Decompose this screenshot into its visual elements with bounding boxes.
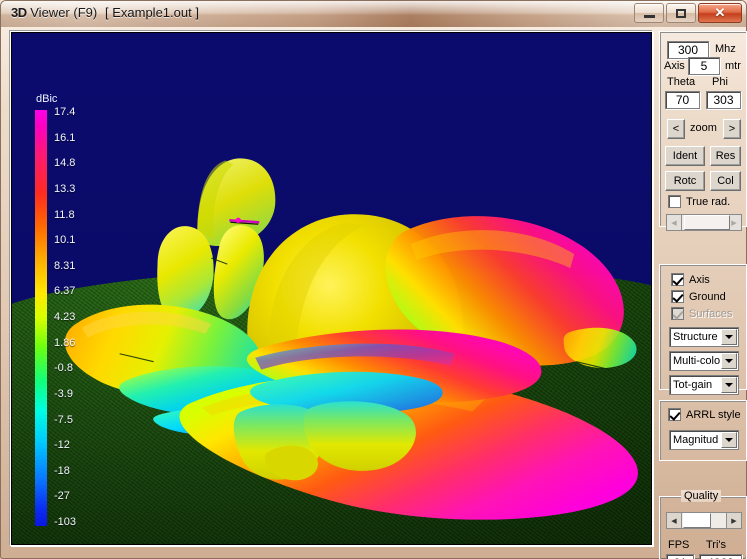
minimize-button[interactable] (634, 3, 664, 23)
surfaces-checkbox: Surfaces (671, 307, 732, 320)
slider-thumb[interactable] (684, 215, 730, 230)
quality-group-title: Quality (681, 490, 722, 502)
quality-slider-track[interactable] (682, 513, 726, 528)
maximize-button[interactable] (666, 3, 696, 23)
colorbar-unit-label: dBic (36, 93, 58, 105)
coloring-combo-value: Multi-colo (673, 355, 721, 367)
surfaces-checkbox-box (671, 307, 684, 320)
tris-value: 4962 (699, 554, 742, 559)
radiation-pattern-render (64, 158, 638, 520)
true-rad-checkbox[interactable]: True rad. (668, 195, 730, 208)
structure-combo-value: Structure (673, 331, 718, 343)
zoom-in-button[interactable]: > (723, 119, 741, 139)
arrl-style-checkbox[interactable]: ARRL style (668, 408, 741, 421)
zoom-out-button[interactable]: < (667, 119, 685, 139)
ident-button[interactable]: Ident (665, 146, 705, 166)
colorbar-tick: 16.1 (54, 131, 76, 144)
quality-slider-thumb[interactable] (683, 513, 711, 528)
window-buttons: ✕ (634, 3, 742, 23)
quality-slider[interactable]: ◀ ▶ (666, 512, 742, 529)
ground-checkbox-box (671, 290, 684, 303)
colorbar-tick: 11.8 (54, 208, 75, 221)
gain-combo[interactable]: Tot-gain (669, 375, 739, 395)
window-title: 3D Viewer (F9) (11, 5, 97, 20)
colorbar-tick: -103 (54, 516, 77, 528)
app-logo: 3D (11, 5, 27, 20)
ground-checkbox-label: Ground (689, 290, 726, 303)
colorbar-tick: -7.5 (54, 413, 73, 426)
close-button[interactable]: ✕ (698, 3, 742, 23)
colorbar-tick: -3.9 (54, 387, 73, 400)
colorbar (35, 110, 47, 526)
tris-label: Tri's (706, 539, 727, 551)
structure-combo[interactable]: Structure (669, 327, 739, 347)
fps-label: FPS (668, 539, 690, 551)
control-panel: 300 Mhz Axis 5 mtr Theta Phi 70 303 < zo… (657, 31, 747, 559)
quality-left-arrow-icon[interactable]: ◀ (667, 513, 682, 528)
phi-label: Phi (712, 76, 728, 88)
magnitude-combo[interactable]: Magnitud (669, 430, 739, 450)
phi-input[interactable]: 303 (706, 91, 741, 109)
fps-value: 61 (666, 554, 694, 559)
chevron-down-icon[interactable] (721, 377, 737, 393)
client-area: dBic 17.4 16.1 14.8 13.3 11.8 10.1 8.31 6.37 4.2… (6, 28, 747, 559)
surfaces-checkbox-label: Surfaces (689, 307, 733, 320)
coloring-combo[interactable]: Multi-colo (669, 351, 739, 371)
colorbar-tick: -18 (54, 464, 70, 477)
colorbar-tick: 1.86 (54, 336, 76, 349)
axis-checkbox-box (671, 273, 684, 286)
arrl-style-label: ARRL style (686, 408, 741, 421)
theta-input[interactable]: 70 (665, 91, 700, 109)
colorbar-tick: 8.31 (54, 259, 76, 272)
axis-input[interactable]: 5 (688, 57, 720, 75)
colorbar-tick: 10.1 (54, 234, 76, 247)
colorbar-tick: 6.37 (54, 285, 76, 298)
chevron-down-icon[interactable] (721, 353, 737, 369)
frequency-unit-label: Mhz (715, 43, 736, 55)
arrl-style-checkbox-box (668, 408, 681, 421)
axis-checkbox[interactable]: Axis (671, 273, 710, 286)
title-bar[interactable]: 3D Viewer (F9) [ Example1.out ] ✕ (1, 1, 746, 27)
rotc-button[interactable]: Rotc (665, 171, 705, 191)
colorbar-tick: 17.4 (54, 106, 76, 118)
zoom-label: zoom (690, 122, 717, 134)
true-rad-checkbox-box (668, 195, 681, 208)
chevron-down-icon[interactable] (721, 329, 737, 345)
colorbar-tick: -0.8 (54, 362, 73, 375)
res-button[interactable]: Res (710, 146, 741, 166)
magnitude-combo-value: Magnitud (673, 434, 719, 446)
col-button[interactable]: Col (710, 171, 741, 191)
quality-right-arrow-icon[interactable]: ▶ (726, 513, 741, 528)
window-file-name: [ Example1.out ] (105, 5, 199, 20)
axis-label: Axis (664, 60, 685, 72)
colorbar-tick: 14.8 (54, 157, 76, 170)
ground-checkbox[interactable]: Ground (671, 290, 726, 303)
true-rad-slider[interactable]: ◀ ▶ (666, 214, 742, 231)
colorbar-tick: 4.23 (54, 311, 76, 323)
viewport-3d[interactable]: dBic 17.4 16.1 14.8 13.3 11.8 10.1 8.31 6.37 4.2… (12, 33, 651, 544)
app-root: 3D Viewer (F9) [ Example1.out ] ✕ dBic 1… (0, 0, 747, 559)
colorbar-tick: 13.3 (54, 182, 76, 195)
window-title-text: Viewer (F9) (30, 5, 98, 20)
chevron-down-icon[interactable] (721, 432, 737, 448)
slider-left-arrow-icon[interactable]: ◀ (667, 215, 682, 230)
axis-checkbox-label: Axis (689, 273, 710, 286)
axis-unit-label: mtr (725, 60, 741, 72)
minimize-icon (643, 14, 655, 18)
colorbar-tick: -12 (54, 439, 70, 452)
lobe-right-tip (563, 327, 637, 368)
slider-track[interactable] (682, 215, 730, 230)
theta-label: Theta (667, 76, 696, 88)
colorbar-tick: -27 (54, 490, 70, 503)
viewport-frame: dBic 17.4 16.1 14.8 13.3 11.8 10.1 8.31 6.37 4.2… (10, 31, 653, 546)
true-rad-label: True rad. (686, 195, 731, 208)
gain-combo-value: Tot-gain (673, 379, 713, 391)
maximize-icon (676, 8, 686, 18)
